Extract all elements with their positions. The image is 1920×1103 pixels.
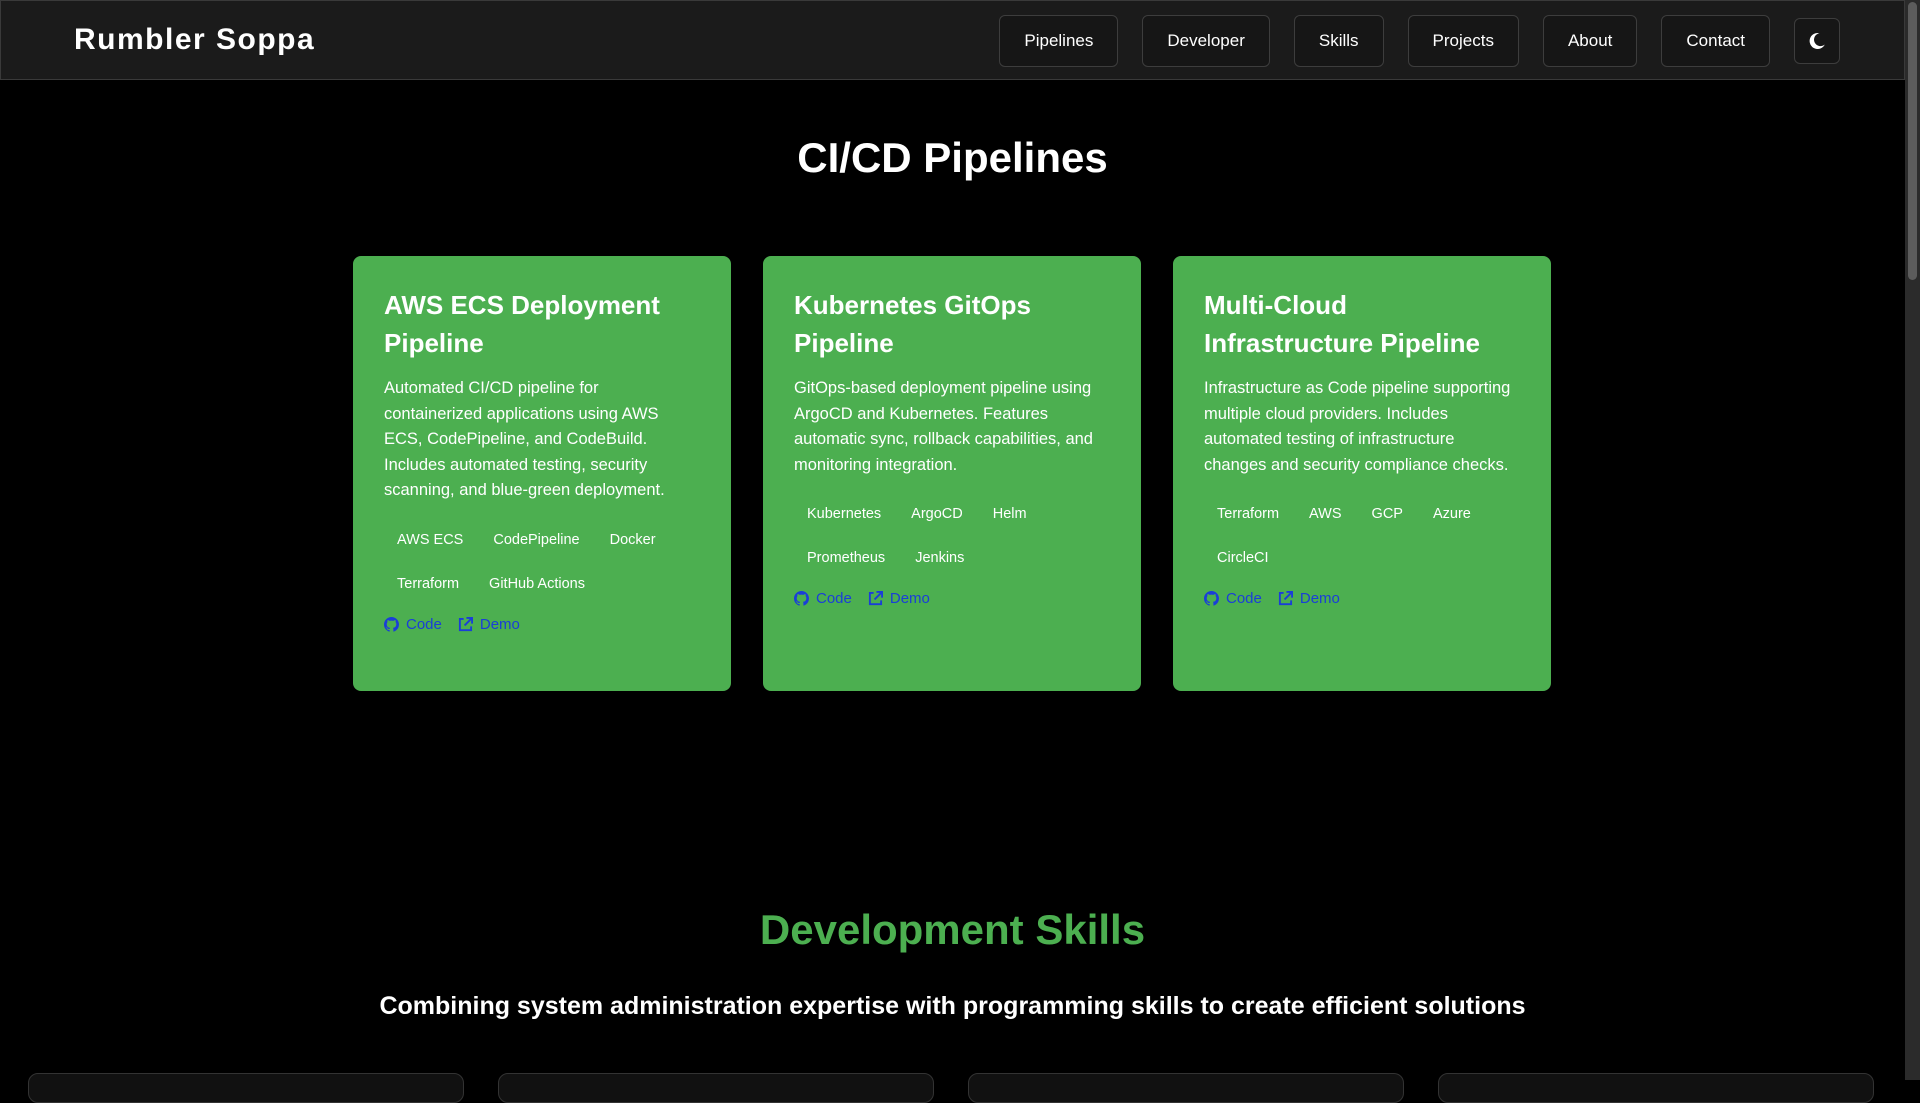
tech-tag: GitHub Actions — [489, 575, 585, 592]
external-link-icon — [1278, 591, 1293, 606]
skill-card — [28, 1073, 464, 1103]
tag-list: Terraform AWS GCP Azure CircleCI — [1204, 492, 1520, 580]
nav-about-button[interactable]: About — [1542, 15, 1638, 67]
site-header: Rumbler Soppa Pipelines Developer Skills… — [0, 0, 1905, 80]
demo-link-label: Demo — [889, 590, 930, 608]
external-link-icon — [458, 616, 473, 632]
card-links: Code Demo — [384, 616, 700, 633]
pipelines-section-title: CI/CD Pipelines — [797, 134, 1108, 181]
card-description: GitOps-based deployment pipeline using A… — [794, 379, 1093, 474]
code-link-label: Code — [816, 590, 852, 608]
tech-tag: Kubernetes — [807, 506, 882, 523]
nav-skills-button[interactable]: Skills — [1293, 15, 1384, 67]
nav-projects-button[interactable]: Projects — [1407, 15, 1519, 67]
tech-tag: CodePipeline — [493, 531, 580, 548]
github-icon — [1204, 591, 1219, 607]
theme-toggle-button[interactable] — [1794, 18, 1840, 64]
code-link[interactable]: Code — [1204, 590, 1262, 607]
pipeline-card: Kubernetes GitOps Pipeline GitOps-based … — [763, 256, 1141, 691]
skill-cards — [28, 1073, 1874, 1103]
tech-tag: CircleCI — [1217, 550, 1269, 567]
tech-tag: Jenkins — [915, 550, 965, 567]
demo-link[interactable]: Demo — [868, 590, 930, 607]
code-link[interactable]: Code — [794, 590, 852, 607]
scrollbar-thumb[interactable] — [1908, 2, 1917, 280]
nav-developer-button[interactable]: Developer — [1142, 15, 1270, 67]
skills-subtitle: Combining system administration expertis… — [379, 992, 1526, 1020]
vertical-scrollbar[interactable] — [1905, 0, 1920, 1080]
github-icon — [384, 616, 399, 632]
skill-card — [1438, 1073, 1874, 1103]
external-link-icon — [868, 591, 883, 606]
skill-card — [498, 1073, 934, 1103]
tech-tag: AWS ECS — [397, 531, 464, 548]
demo-link[interactable]: Demo — [458, 616, 520, 633]
tag-list: Kubernetes ArgoCD Helm Prometheus Jenkin… — [794, 492, 1110, 580]
brand-logo[interactable]: Rumbler Soppa — [74, 23, 315, 57]
pipeline-card: AWS ECS Deployment Pipeline Automated CI… — [353, 256, 731, 691]
card-title: AWS ECS Deployment Pipeline — [384, 290, 660, 358]
card-description: Automated CI/CD pipeline for containeriz… — [384, 379, 665, 500]
code-link-label: Code — [1226, 590, 1262, 608]
moon-icon — [1809, 32, 1825, 49]
card-title: Kubernetes GitOps Pipeline — [794, 290, 1031, 358]
tech-tag: Prometheus — [807, 550, 886, 567]
skills-section-title: Development Skills — [759, 906, 1146, 953]
pipeline-card: Multi-Cloud Infrastructure Pipeline Infr… — [1173, 256, 1551, 691]
nav-pipelines-button[interactable]: Pipelines — [999, 15, 1119, 67]
code-link-label: Code — [406, 615, 442, 633]
pipeline-cards: AWS ECS Deployment Pipeline Automated CI… — [353, 256, 1551, 691]
card-links: Code Demo — [794, 590, 1110, 607]
tech-tag: GCP — [1371, 506, 1403, 523]
tech-tag: AWS — [1309, 506, 1342, 523]
nav-contact-button[interactable]: Contact — [1661, 15, 1770, 67]
card-title: Multi-Cloud Infrastructure Pipeline — [1204, 290, 1480, 358]
tech-tag: Docker — [609, 531, 656, 548]
demo-link[interactable]: Demo — [1278, 590, 1340, 607]
tech-tag: Terraform — [1217, 506, 1280, 523]
card-links: Code Demo — [1204, 590, 1520, 607]
demo-link-label: Demo — [479, 615, 520, 633]
tag-list: AWS ECS CodePipeline Docker Terraform Gi… — [384, 518, 700, 606]
tech-tag: Azure — [1432, 506, 1471, 523]
skill-card — [968, 1073, 1404, 1103]
code-link[interactable]: Code — [384, 616, 442, 633]
tech-tag: ArgoCD — [911, 506, 963, 523]
tech-tag: Helm — [992, 506, 1027, 523]
tech-tag: Terraform — [397, 575, 460, 592]
card-description: Infrastructure as Code pipeline supporti… — [1204, 379, 1511, 474]
github-icon — [794, 591, 809, 607]
main-nav: Pipelines Developer Skills Projects Abou… — [999, 15, 1840, 67]
demo-link-label: Demo — [1299, 590, 1340, 608]
